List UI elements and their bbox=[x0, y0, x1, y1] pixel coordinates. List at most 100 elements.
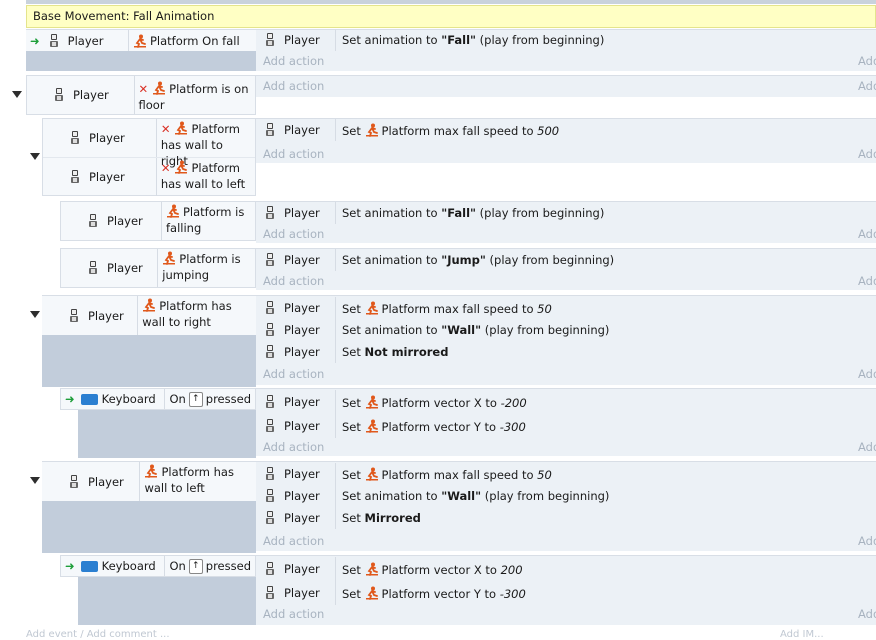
add-action-right[interactable]: Add bbox=[858, 607, 876, 621]
action-text[interactable]: Set Platform vector Y to -300 bbox=[336, 586, 526, 601]
add-action-link[interactable]: Add action bbox=[263, 440, 324, 454]
condition-text[interactable]: Platform is falling bbox=[162, 202, 255, 240]
event-9-object[interactable]: ➜ Keyboard bbox=[61, 556, 166, 576]
add-action-link[interactable]: Add action bbox=[263, 274, 324, 288]
add-action-right[interactable]: Add bbox=[858, 227, 876, 241]
event-3-conditions[interactable]: Player ✕ Platform has wall to right Playe… bbox=[42, 118, 256, 196]
action-text[interactable]: Set Platform max fall speed to 500 bbox=[336, 123, 559, 138]
condition-row[interactable]: Player ✕ Platform has wall to right bbox=[43, 119, 255, 168]
condition-text[interactable]: Platform is jumping bbox=[158, 249, 255, 287]
action-text[interactable]: Set animation to "Wall" (play from begin… bbox=[336, 489, 609, 503]
action-object[interactable]: Player bbox=[256, 485, 336, 507]
action-row[interactable]: Player Set animation to "Fall" (play from… bbox=[256, 202, 876, 224]
condition-text[interactable]: Platform has wall to left bbox=[140, 462, 256, 501]
event-3-object-b[interactable]: Player bbox=[43, 158, 157, 196]
action-text[interactable]: Set animation to "Fall" (play from begin… bbox=[336, 33, 604, 47]
condition-text[interactable]: ✕ Platform has wall to left bbox=[157, 158, 255, 196]
action-plat: Platform max fall speed to bbox=[381, 467, 538, 482]
action-object[interactable]: Player bbox=[256, 319, 336, 341]
action-row[interactable]: Player Set Platform vector Y to -300 bbox=[256, 581, 876, 605]
action-row[interactable]: Player Set Platform vector Y to -300 bbox=[256, 414, 876, 438]
platform-behavior-icon bbox=[365, 586, 379, 600]
add-action-link[interactable]: Add action bbox=[263, 367, 324, 381]
event-4-condition[interactable]: Player Platform is falling bbox=[60, 201, 256, 241]
condition-text[interactable]: Platform On fall bbox=[129, 30, 244, 51]
action-text[interactable]: Set animation to "Fall" (play from begin… bbox=[336, 206, 604, 220]
action-row[interactable]: Player Set animation to "Wall" (play from… bbox=[256, 319, 876, 341]
action-object[interactable]: Player bbox=[256, 557, 336, 581]
collapse-triangle-icon[interactable] bbox=[30, 477, 40, 484]
event-6-condition[interactable]: Player Platform has wall to right bbox=[42, 295, 256, 335]
action-object[interactable]: Player bbox=[256, 341, 336, 363]
add-action-link[interactable]: Add action bbox=[263, 54, 324, 68]
action-object[interactable]: Player bbox=[256, 414, 336, 438]
action-object[interactable]: Player bbox=[256, 249, 336, 271]
condition-row[interactable]: Player ✕ Platform has wall to left bbox=[43, 158, 255, 196]
condition-text[interactable]: On ↑ pressed bbox=[165, 389, 255, 409]
condition-text[interactable]: Platform has wall to right bbox=[138, 296, 256, 335]
action-object[interactable]: Player bbox=[256, 297, 336, 319]
condition-text[interactable]: ✕ Platform is on floor bbox=[135, 76, 255, 114]
platform-behavior-icon bbox=[365, 467, 379, 481]
collapse-triangle-icon[interactable] bbox=[30, 311, 40, 318]
add-action-right[interactable]: Add bbox=[858, 54, 876, 68]
action-row[interactable]: Player Set animation to "Jump" (play from… bbox=[256, 249, 876, 271]
event-5-condition[interactable]: Player Platform is jumping bbox=[60, 248, 256, 288]
event-4-object[interactable]: Player bbox=[61, 202, 162, 240]
event-2-object[interactable]: Player bbox=[27, 76, 135, 114]
action-object[interactable]: Player bbox=[256, 202, 336, 224]
action-object[interactable]: Player bbox=[256, 390, 336, 414]
action-row[interactable]: Player Set Platform vector X to 200 bbox=[256, 557, 876, 581]
action-row[interactable]: Player Set Platform vector X to -200 bbox=[256, 390, 876, 414]
action-row[interactable]: Player Set Platform max fall speed to 50 bbox=[256, 297, 876, 319]
invert-x-icon: ✕ bbox=[160, 122, 171, 136]
action-text[interactable]: Set animation to "Wall" (play from begin… bbox=[336, 323, 609, 337]
add-action-link[interactable]: Add action bbox=[263, 227, 324, 241]
add-action-right[interactable]: Add bbox=[858, 367, 876, 381]
action-row[interactable]: Player Set Mirrored bbox=[256, 507, 876, 529]
action-row[interactable]: Player Set animation to "Wall" (play from… bbox=[256, 485, 876, 507]
event-1-condition[interactable]: ➜ Player Platform On fall bbox=[26, 29, 256, 51]
condition-text[interactable]: On ↑ pressed bbox=[165, 556, 255, 576]
collapse-triangle-icon[interactable] bbox=[30, 153, 40, 160]
add-action-right[interactable]: Add bbox=[858, 534, 876, 548]
add-action-link[interactable]: Add action bbox=[263, 147, 324, 161]
event-8-condition[interactable]: Player Platform has wall to left bbox=[42, 461, 256, 501]
add-action-right[interactable]: Add bbox=[858, 440, 876, 454]
action-text[interactable]: Set Platform vector X to 200 bbox=[336, 562, 523, 577]
action-row[interactable]: Player Set animation to "Fall" (play from… bbox=[256, 29, 876, 51]
event-1-trigger-object[interactable]: ➜ Player bbox=[26, 30, 129, 51]
add-action-link[interactable]: Add action bbox=[263, 79, 324, 93]
add-action-right[interactable]: Add bbox=[858, 147, 876, 161]
add-action-link[interactable]: Add action bbox=[263, 534, 324, 548]
action-text[interactable]: Set Not mirrored bbox=[336, 345, 448, 359]
event-6-object[interactable]: Player bbox=[42, 296, 139, 335]
action-row[interactable]: Player Set Not mirrored bbox=[256, 341, 876, 363]
action-text[interactable]: Set Platform vector X to -200 bbox=[336, 395, 527, 410]
action-text[interactable]: Set Platform max fall speed to 50 bbox=[336, 301, 552, 316]
action-object[interactable]: Player bbox=[256, 581, 336, 605]
action-object[interactable]: Player bbox=[256, 463, 336, 485]
action-text[interactable]: Set animation to "Jump" (play from begin… bbox=[336, 253, 614, 267]
add-action-right[interactable]: Add bbox=[858, 274, 876, 288]
action-text[interactable]: Set Platform vector Y to -300 bbox=[336, 419, 526, 434]
event-7-condition[interactable]: ➜ Keyboard On ↑ pressed bbox=[60, 388, 256, 410]
action-text[interactable]: Set Mirrored bbox=[336, 511, 421, 525]
event-7-object[interactable]: ➜ Keyboard bbox=[61, 389, 166, 409]
action-object[interactable]: Player bbox=[256, 119, 336, 141]
event-9-condition[interactable]: ➜ Keyboard On ↑ pressed bbox=[60, 555, 256, 577]
event-5-object[interactable]: Player bbox=[61, 249, 159, 287]
action-row[interactable]: Player Set Platform max fall speed to 50 bbox=[256, 463, 876, 485]
collapse-triangle-icon[interactable] bbox=[12, 91, 22, 98]
event-8-object[interactable]: Player bbox=[42, 462, 141, 501]
condition-text[interactable]: ✕ Platform has wall to right bbox=[157, 119, 255, 168]
action-object[interactable]: Player bbox=[256, 29, 336, 51]
action-row[interactable]: Player Set Platform max fall speed to 500 bbox=[256, 119, 876, 141]
add-action-right[interactable]: Add bbox=[858, 79, 876, 93]
action-text[interactable]: Set Platform max fall speed to 50 bbox=[336, 467, 552, 482]
event-3-object-a[interactable]: Player bbox=[43, 119, 157, 157]
event-2-condition[interactable]: Player ✕ Platform is on floor bbox=[26, 75, 256, 115]
event-comment[interactable]: Base Movement: Fall Animation bbox=[26, 5, 876, 28]
action-object[interactable]: Player bbox=[256, 507, 336, 529]
add-action-link[interactable]: Add action bbox=[263, 607, 324, 621]
